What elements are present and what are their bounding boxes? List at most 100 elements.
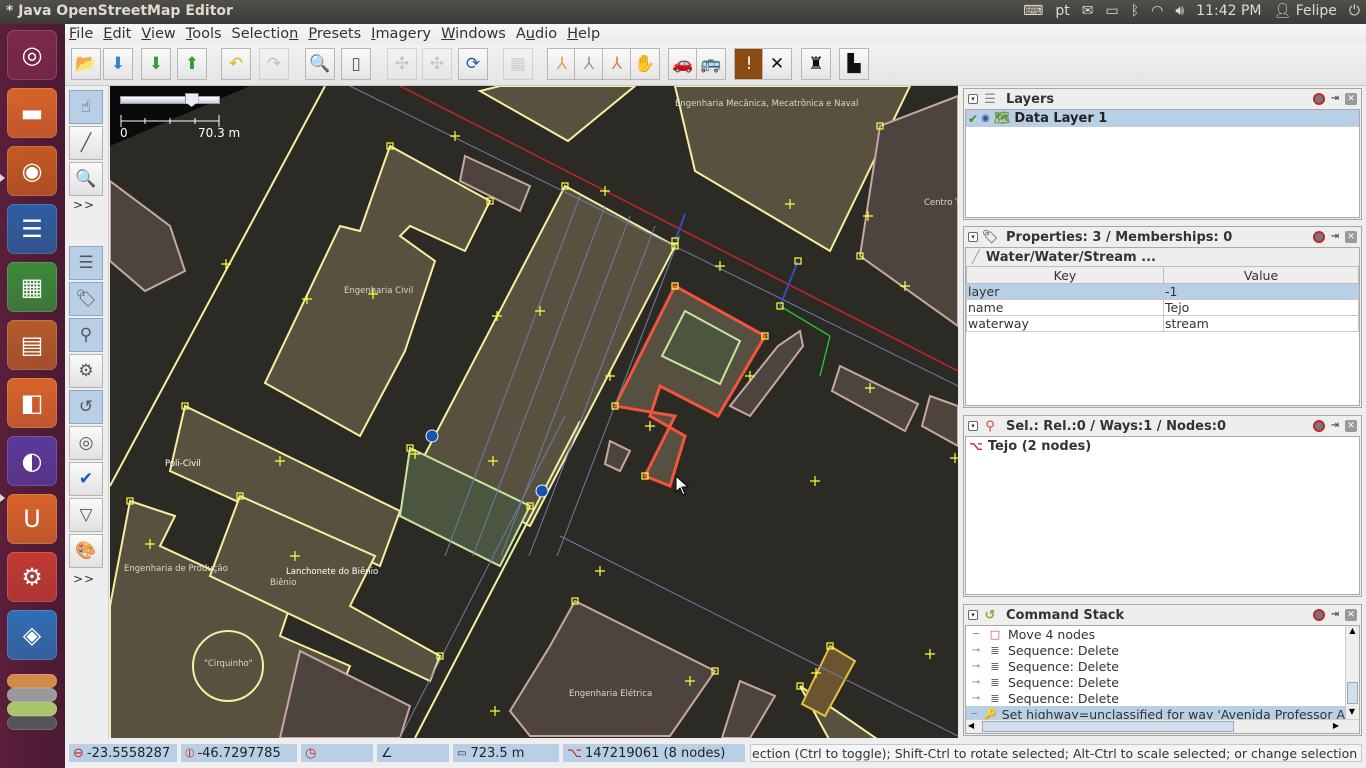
combine-way-button[interactable]: ✣ [422, 48, 452, 80]
restaurant-preset-button[interactable]: ✕ [762, 48, 792, 80]
toggle-command-stack-button[interactable]: ↺ [69, 390, 103, 424]
menu-selection[interactable]: Selection [228, 26, 303, 42]
h-scroll-thumb[interactable] [982, 721, 1234, 732]
map-paint-button[interactable]: 🎨 [69, 534, 103, 568]
menu-file[interactable]: File [65, 26, 97, 42]
toggle-layers-button[interactable]: ☰ [69, 246, 103, 280]
menu-tools[interactable]: Tools [182, 26, 226, 42]
toggle-relations-button[interactable]: ⚙ [69, 354, 103, 388]
tag-value[interactable]: stream [1163, 315, 1359, 332]
download-button[interactable]: ⬇ [141, 48, 171, 80]
building[interactable] [920, 394, 958, 448]
more-tools-button[interactable]: >> [73, 198, 95, 212]
tag-key[interactable]: layer [966, 283, 1164, 300]
building[interactable] [720, 679, 777, 738]
command-item[interactable]: ⊸ ≣ Sequence: Delete [966, 674, 1345, 690]
horizontal-scrollbar[interactable]: ◀ ▶ [966, 719, 1359, 733]
select-mode-button[interactable]: ☝ [69, 90, 103, 124]
launcher-stacked-item[interactable] [7, 716, 57, 730]
battery-icon[interactable]: ▭ [1105, 2, 1118, 20]
layer-row[interactable]: ✔ ◉ 🗺 Data Layer 1 [966, 110, 1359, 127]
layers-panel-header[interactable]: ▾ ☰ Layers ⇥ ✕ [964, 89, 1361, 109]
building[interactable] [603, 439, 632, 473]
more-tools-button[interactable]: >> [73, 572, 95, 586]
launcher-eclipse[interactable]: ◐ [7, 436, 57, 486]
launcher-stacked-item[interactable] [7, 702, 57, 716]
split-way-button[interactable]: ✣ [387, 48, 417, 80]
launcher-ubuntu-one[interactable]: U [7, 494, 57, 544]
update-data-button[interactable]: ⟳ [458, 48, 488, 80]
command-item[interactable]: ─ □ Move 4 nodes [966, 626, 1345, 642]
tag-row[interactable]: name Tejo [966, 299, 1359, 316]
scroll-right-icon[interactable]: ▶ [1333, 721, 1339, 730]
vertical-scrollbar[interactable]: ▲ ▼ [1345, 626, 1359, 719]
launcher-stacked-item[interactable] [7, 688, 57, 702]
detach-panel-icon[interactable]: ⇥ [1329, 231, 1341, 243]
bluetooth-icon[interactable]: ᛒ [1131, 2, 1139, 20]
selection-panel-header[interactable]: ▾ ⚲ Sel.: Rel.:0 / Ways:1 / Nodes:0 ⇥ ✕ [964, 416, 1361, 436]
launcher-system-settings[interactable]: ⚙ [7, 552, 57, 602]
tag-value[interactable]: -1 [1163, 283, 1359, 300]
building[interactable] [477, 86, 637, 143]
zoom-slider[interactable] [120, 93, 220, 107]
scroll-up-icon[interactable]: ▲ [1346, 626, 1359, 638]
building-orange[interactable] [800, 644, 857, 718]
collapse-icon[interactable]: ▾ [968, 610, 978, 620]
building-engenharia-eletrica[interactable] [508, 599, 717, 737]
detach-panel-icon[interactable]: ⇥ [1329, 609, 1341, 621]
open-location-button[interactable]: ⬇ [103, 48, 133, 80]
expand-node-icon[interactable]: ⊸ [966, 645, 986, 656]
highway-preset-button[interactable]: ⅄ [547, 48, 577, 80]
keyboard-icon[interactable]: ⌨ [1023, 2, 1043, 20]
launcher-firefox[interactable]: ◉ [7, 146, 57, 196]
way-stream[interactable] [819, 335, 831, 377]
detach-panel-icon[interactable]: ⇥ [1329, 420, 1341, 432]
building[interactable] [830, 364, 920, 433]
tag-value[interactable]: Tejo [1163, 299, 1359, 316]
menu-edit[interactable]: Edit [99, 26, 135, 42]
launcher-files[interactable]: ▬ [7, 88, 57, 138]
wms-button[interactable]: ▦ [503, 48, 533, 80]
bus-preset-button[interactable]: 🚌 [696, 48, 726, 80]
detach-panel-icon[interactable]: ⇥ [1329, 93, 1341, 105]
power-icon[interactable]: ⏻ [1349, 2, 1360, 20]
tag-key[interactable]: name [966, 299, 1164, 316]
tag-row[interactable]: waterway stream [966, 315, 1359, 332]
layer-active-icon[interactable]: ✔ [968, 112, 978, 126]
toggle-properties-button[interactable]: 🏷 [69, 282, 103, 316]
hide-panel-icon[interactable] [1313, 93, 1325, 105]
scroll-left-icon[interactable]: ◀ [968, 721, 974, 730]
undo-button[interactable]: ↶ [221, 48, 251, 80]
tag-key[interactable]: waterway [966, 315, 1164, 332]
menu-audio[interactable]: Audio [512, 26, 561, 42]
castle-preset-button[interactable]: ♜ [801, 48, 831, 80]
launcher-ubuntu-dash[interactable]: ◎ [7, 30, 57, 80]
validator-button[interactable]: ✔ [69, 462, 103, 496]
filter-button[interactable]: ▽ [69, 498, 103, 532]
expand-node-icon[interactable]: ⊸ [966, 693, 986, 704]
toggle-selection-list-button[interactable]: ⚲ [69, 318, 103, 352]
car-preset-button[interactable]: 🚗 [668, 48, 698, 80]
menu-help[interactable]: Help [563, 26, 604, 42]
map-canvas[interactable] [110, 86, 958, 738]
close-panel-icon[interactable]: ✕ [1345, 231, 1357, 243]
command-item[interactable]: ⊸ ≣ Sequence: Delete [966, 690, 1345, 706]
draw-mode-button[interactable]: ╱ [69, 126, 103, 160]
column-header-value[interactable]: Value [1163, 266, 1359, 284]
open-file-button[interactable]: 📂 [71, 48, 101, 80]
junction-preset-button[interactable]: ⅄ [602, 48, 632, 80]
command-item[interactable]: ⊸ ≣ Sequence: Delete [966, 642, 1345, 658]
toggle-panel-button[interactable]: ▯ [341, 48, 371, 80]
hide-panel-icon[interactable] [1313, 231, 1325, 243]
building[interactable] [110, 179, 187, 293]
redo-button[interactable]: ↷ [259, 48, 289, 80]
mail-icon[interactable]: ✉ [1082, 2, 1094, 20]
collapse-icon[interactable]: ▾ [968, 232, 978, 242]
collapse-icon[interactable]: ▾ [968, 421, 978, 431]
launcher-software-center[interactable]: ◧ [7, 378, 57, 428]
way-culvert[interactable] [779, 260, 799, 307]
launcher-dropbox[interactable]: ◈ [7, 610, 57, 660]
industrial-preset-button[interactable]: ▙ [839, 48, 869, 80]
launcher-libreoffice-calc[interactable]: ▦ [7, 262, 57, 312]
launcher-libreoffice-writer[interactable]: ☰ [7, 204, 57, 254]
